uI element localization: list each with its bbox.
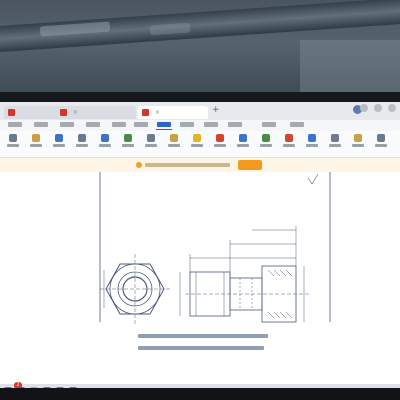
menu-item[interactable] bbox=[290, 122, 304, 127]
pdf-icon bbox=[8, 109, 15, 116]
warning-icon bbox=[136, 162, 142, 168]
ribbon-button-label bbox=[329, 144, 341, 147]
ribbon-button-label bbox=[237, 144, 249, 147]
sign-icon bbox=[354, 134, 362, 142]
ribbon-button-label bbox=[7, 144, 19, 147]
convert-icon bbox=[285, 134, 293, 142]
close-window-button[interactable] bbox=[388, 104, 396, 112]
ribbon-button-zoom[interactable] bbox=[98, 134, 112, 147]
ribbon-button-undo[interactable] bbox=[6, 134, 20, 147]
menu-item[interactable] bbox=[112, 122, 126, 127]
ribbon-button-settings[interactable] bbox=[374, 134, 388, 147]
document-canvas[interactable] bbox=[0, 172, 400, 384]
save-icon bbox=[55, 134, 63, 142]
caption-line bbox=[138, 346, 264, 350]
ribbon-button-print[interactable] bbox=[75, 134, 89, 147]
tab-document-1[interactable]: × bbox=[56, 106, 136, 119]
ribbon-button-label bbox=[352, 144, 364, 147]
close-icon[interactable]: × bbox=[73, 109, 78, 116]
ribbon-button-label bbox=[168, 144, 180, 147]
notification-action-button[interactable] bbox=[238, 160, 262, 170]
ribbon-button-label bbox=[260, 144, 272, 147]
image-icon bbox=[262, 134, 270, 142]
menu-item[interactable] bbox=[8, 122, 22, 127]
ribbon-button-label bbox=[30, 144, 42, 147]
ribbon-button-label bbox=[145, 144, 157, 147]
highlight-icon bbox=[193, 134, 201, 142]
ribbon-button-convert[interactable] bbox=[282, 134, 296, 147]
ribbon-button-compress[interactable] bbox=[305, 134, 319, 147]
ribbon-button-annotate[interactable] bbox=[213, 134, 227, 147]
pdf-icon bbox=[60, 109, 67, 116]
new-tab-button[interactable]: + bbox=[212, 106, 220, 115]
ribbon-button-sign[interactable] bbox=[351, 134, 365, 147]
menu-item[interactable] bbox=[60, 122, 74, 127]
ribbon-button-text[interactable] bbox=[236, 134, 250, 147]
tab-document-2[interactable]: × bbox=[138, 106, 208, 119]
minimize-button[interactable] bbox=[360, 104, 368, 112]
ribbon-button-label bbox=[375, 144, 387, 147]
maximize-button[interactable] bbox=[374, 104, 382, 112]
translate-icon bbox=[331, 134, 339, 142]
open-icon bbox=[32, 134, 40, 142]
compress-icon bbox=[308, 134, 316, 142]
print-icon bbox=[78, 134, 86, 142]
ribbon-button-label bbox=[76, 144, 88, 147]
menu-item[interactable] bbox=[228, 122, 242, 127]
undo-icon bbox=[9, 134, 17, 142]
menu-item[interactable] bbox=[134, 122, 148, 127]
settings-icon bbox=[377, 134, 385, 142]
notification-text bbox=[145, 163, 230, 167]
ribbon-button-label bbox=[53, 144, 65, 147]
outer-circle bbox=[109, 263, 161, 315]
menu-item-active[interactable] bbox=[157, 122, 171, 127]
menu-item[interactable] bbox=[86, 122, 100, 127]
ribbon-button-label bbox=[214, 144, 226, 147]
rotate-icon bbox=[124, 134, 132, 142]
monitor-bezel bbox=[0, 388, 400, 400]
window-controls bbox=[360, 104, 396, 112]
notification-bar bbox=[0, 158, 400, 172]
menu-item[interactable] bbox=[34, 122, 48, 127]
menu-item[interactable] bbox=[262, 122, 276, 127]
ribbon-button-hand[interactable] bbox=[167, 134, 181, 147]
annotate-icon bbox=[216, 134, 224, 142]
ribbon-button-label bbox=[283, 144, 295, 147]
tab-home[interactable] bbox=[4, 106, 62, 119]
title-bar: × × + bbox=[0, 102, 400, 120]
ribbon-toolbar bbox=[0, 131, 400, 158]
pdf-icon bbox=[142, 109, 149, 116]
window-light bbox=[300, 40, 400, 94]
zoom-icon bbox=[101, 134, 109, 142]
menu-item[interactable] bbox=[204, 122, 218, 127]
hand-icon bbox=[170, 134, 178, 142]
ribbon-button-translate[interactable] bbox=[328, 134, 342, 147]
ribbon-button-label bbox=[122, 144, 134, 147]
ribbon-button-select[interactable] bbox=[144, 134, 158, 147]
menu-item[interactable] bbox=[180, 122, 194, 127]
close-icon[interactable]: × bbox=[155, 109, 160, 116]
ribbon-button-label bbox=[99, 144, 111, 147]
ribbon-button-image[interactable] bbox=[259, 134, 273, 147]
check-mark bbox=[307, 173, 319, 185]
ribbon-button-save[interactable] bbox=[52, 134, 66, 147]
ribbon-button-rotate[interactable] bbox=[121, 134, 135, 147]
background-wall bbox=[0, 0, 400, 94]
monitor: × × + 2 bbox=[0, 92, 400, 400]
ribbon-button-label bbox=[306, 144, 318, 147]
engineering-drawing bbox=[99, 172, 331, 324]
caption-line bbox=[138, 334, 268, 338]
active-menu-indicator bbox=[156, 129, 172, 130]
ribbon-button-highlight[interactable] bbox=[190, 134, 204, 147]
text-icon bbox=[239, 134, 247, 142]
ribbon-button-open[interactable] bbox=[29, 134, 43, 147]
ribbon-button-label bbox=[191, 144, 203, 147]
screen: × × + 2 bbox=[0, 102, 400, 388]
select-icon bbox=[147, 134, 155, 142]
